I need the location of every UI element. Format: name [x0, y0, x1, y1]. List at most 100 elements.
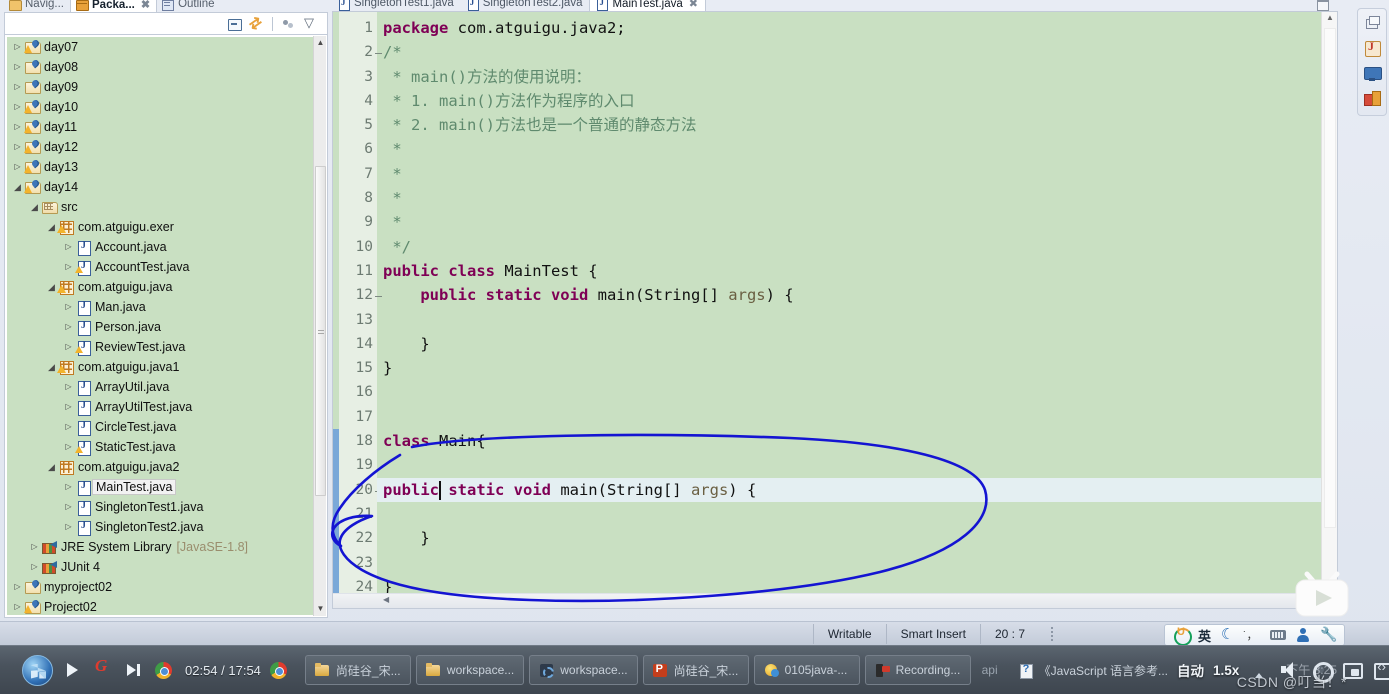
expand-arrow-open-icon[interactable] [11, 177, 24, 198]
debug-perspective-icon[interactable] [1362, 88, 1382, 108]
tree-item[interactable]: CircleTest.java [7, 417, 325, 437]
editor-scroll-up-icon[interactable]: ▲ [1322, 13, 1337, 22]
code-line[interactable]: * [377, 186, 1337, 210]
tree-scrollbar-thumb[interactable] [315, 166, 326, 496]
expand-arrow-closed-icon[interactable] [11, 577, 24, 597]
view-menu-dots-icon[interactable] [280, 16, 296, 32]
tree-item[interactable]: ArrayUtilTest.java [7, 397, 325, 417]
taskbar-item-ppt[interactable]: 尚硅谷_宋... [642, 655, 749, 685]
close-icon[interactable]: ✖ [141, 0, 150, 11]
code-line[interactable] [377, 502, 1337, 526]
code-line[interactable]: * [377, 137, 1337, 161]
tree-item[interactable]: ReviewTest.java [7, 337, 325, 357]
tree-item[interactable]: com.atguigu.java1 [7, 357, 325, 377]
java-perspective-icon[interactable] [1362, 38, 1382, 58]
chrome-icon-2[interactable] [269, 661, 287, 679]
code-line[interactable]: public static void main(String[] args) { [377, 283, 1337, 307]
expand-arrow-closed-icon[interactable] [11, 597, 24, 615]
tree-item[interactable]: day07 [7, 37, 325, 57]
scroll-up-arrow-icon[interactable]: ▲ [314, 36, 327, 50]
expand-arrow-closed-icon[interactable] [11, 37, 24, 57]
editor-scrollbar-thumb[interactable] [1324, 28, 1336, 528]
code-line[interactable]: package com.atguigu.java2; [377, 16, 1337, 40]
code-surface[interactable]: 1 2 3 4 5 6 7 8 9 10 11 12 13 14 15 16 17 18 19 20 21 22 23 24 … [333, 12, 1337, 608]
code-line[interactable] [377, 380, 1337, 404]
tree-item[interactable]: day14 [7, 177, 325, 197]
widescreen-icon[interactable] [1372, 659, 1389, 681]
quality-label[interactable]: 自动 [1177, 660, 1204, 680]
code-line[interactable]: * 2. main()方法也是一个普通的静态方法 [377, 113, 1337, 137]
code-line[interactable]: class Main{ [377, 429, 1337, 453]
tree-item[interactable]: day11 [7, 117, 325, 137]
expand-arrow-closed-icon[interactable] [62, 317, 75, 337]
taskbar-item-eclipse[interactable]: workspace... [529, 655, 638, 685]
expand-arrow-closed-icon[interactable] [62, 417, 75, 437]
code-line[interactable]: } [377, 526, 1337, 550]
tree-item[interactable]: JUnit 4 [7, 557, 325, 577]
chrome-icon[interactable] [155, 661, 172, 679]
tree-item[interactable]: com.atguigu.java2 [7, 457, 325, 477]
code-line[interactable] [377, 308, 1337, 332]
expand-arrow-closed-icon[interactable] [62, 397, 75, 417]
expand-arrow-closed-icon[interactable] [28, 557, 41, 577]
expand-arrow-closed-icon[interactable] [11, 137, 24, 157]
taskbar-item-qq[interactable]: 0105java-... [753, 655, 860, 685]
play-button[interactable] [62, 659, 84, 681]
expand-arrow-closed-icon[interactable] [11, 117, 24, 137]
expand-arrow-closed-icon[interactable] [62, 237, 75, 257]
gamers-icon[interactable] [93, 656, 115, 681]
expand-arrow-closed-icon[interactable] [11, 77, 24, 97]
editor-scroll-left-icon[interactable]: ◀ [383, 595, 389, 604]
soft-keyboard-icon[interactable] [1270, 627, 1286, 643]
expand-arrow-open-icon[interactable] [45, 357, 58, 378]
expand-arrow-closed-icon[interactable] [62, 297, 75, 317]
code-line[interactable] [377, 453, 1337, 477]
close-icon[interactable]: ✖ [689, 0, 698, 10]
tree-item[interactable]: AccountTest.java [7, 257, 325, 277]
expand-arrow-closed-icon[interactable] [62, 377, 75, 397]
user-account-icon[interactable] [1295, 627, 1311, 643]
tree-item[interactable]: day09 [7, 77, 325, 97]
code-line[interactable]: public class MainTest { [377, 259, 1337, 283]
tree-item[interactable]: src [7, 197, 325, 217]
taskbar-item-folder-1[interactable]: 尚硅谷_宋... [304, 655, 411, 685]
code-line[interactable]: } [377, 356, 1337, 380]
code-line[interactable]: /* [377, 40, 1337, 64]
tree-item[interactable]: ArrayUtil.java [7, 377, 325, 397]
tree-item[interactable]: myproject02 [7, 577, 325, 597]
tree-item[interactable]: Project02 [7, 597, 325, 615]
code-line[interactable]: */ [377, 235, 1337, 259]
tree-item[interactable]: SingletonTest2.java [7, 517, 325, 537]
expand-arrow-closed-icon[interactable] [11, 57, 24, 77]
code-line[interactable]: * main()方法的使用说明： [377, 65, 1337, 89]
link-with-editor-icon[interactable] [249, 16, 265, 32]
chevron-down-icon[interactable] [303, 15, 319, 32]
next-track-button[interactable] [124, 659, 146, 681]
windows-start-orb[interactable] [22, 654, 53, 686]
tree-item[interactable]: day12 [7, 137, 325, 157]
expand-arrow-open-icon[interactable] [45, 457, 58, 478]
expand-arrow-closed-icon[interactable] [62, 257, 75, 277]
code-line[interactable]: * [377, 162, 1337, 186]
tree-item[interactable]: day10 [7, 97, 325, 117]
expand-arrow-closed-icon[interactable] [28, 537, 41, 557]
tree-item[interactable]: JRE System Library [JavaSE-1.8] [7, 537, 325, 557]
tree-item[interactable]: Account.java [7, 237, 325, 257]
left-view-tab-outline[interactable]: Outline [157, 0, 220, 12]
editor-horizontal-scrollbar[interactable]: ◀ [333, 593, 1321, 608]
input-mode-label[interactable]: 英 [1198, 626, 1211, 645]
expand-arrow-closed-icon[interactable] [62, 497, 75, 517]
tree-item[interactable]: Man.java [7, 297, 325, 317]
package-explorer-tree[interactable]: day07 day08 day09 day10 day11 day12 day13 day14… [7, 37, 325, 615]
sogou-ime-toolbar[interactable]: 英 [1163, 624, 1345, 646]
code-line[interactable] [377, 405, 1337, 429]
tree-item[interactable]: MainTest.java [7, 477, 325, 497]
expand-arrow-closed-icon[interactable] [11, 157, 24, 177]
tree-item[interactable]: com.atguigu.java [7, 277, 325, 297]
tree-vertical-scrollbar[interactable]: ▲ ▼ [313, 36, 326, 616]
editor-vertical-scrollbar[interactable]: ▲ [1321, 12, 1337, 608]
scroll-down-arrow-icon[interactable]: ▼ [314, 602, 327, 616]
code-line[interactable]: * [377, 210, 1337, 234]
monitor-perspective-icon[interactable] [1362, 63, 1382, 83]
collapse-all-icon[interactable] [226, 16, 242, 32]
